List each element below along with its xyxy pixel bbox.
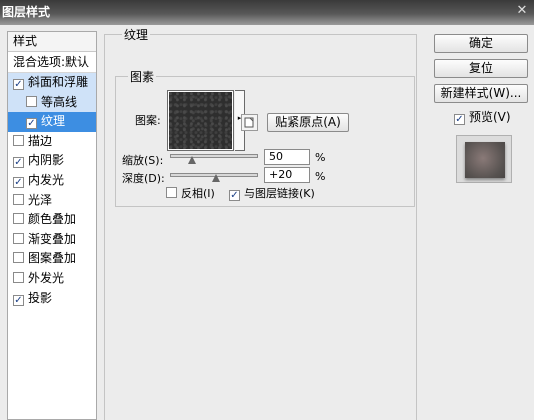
link-with-layer-option[interactable]: ✓ 与图层链接(K) bbox=[229, 185, 315, 201]
satin-checkbox[interactable] bbox=[13, 193, 24, 205]
preview-option[interactable]: ✓ 预览(V) bbox=[454, 108, 511, 125]
outer-glow-checkbox[interactable] bbox=[13, 271, 24, 283]
texture-group-title: 纹理 bbox=[122, 26, 151, 43]
new-style-button[interactable]: 新建样式(W)... bbox=[434, 84, 528, 103]
scale-unit: % bbox=[315, 151, 326, 164]
style-item-satin[interactable]: 光泽 bbox=[8, 191, 96, 211]
style-item-label: 斜面和浮雕 bbox=[28, 75, 89, 89]
contour-checkbox[interactable] bbox=[26, 95, 37, 107]
style-item-label: 内阴影 bbox=[28, 153, 65, 168]
stroke-checkbox[interactable] bbox=[13, 134, 24, 146]
gradient-overlay-checkbox[interactable] bbox=[13, 232, 24, 244]
texture-panel: 纹理 图素 图案: ▸ 贴紧原点(A) 缩放(S): 50 % 深度(D): +… bbox=[104, 25, 422, 420]
bevel-emboss-checkbox[interactable]: ✓ bbox=[13, 79, 24, 90]
inner-glow-checkbox[interactable]: ✓ bbox=[13, 176, 24, 188]
pattern-preview bbox=[169, 92, 232, 149]
depth-slider-thumb[interactable] bbox=[212, 174, 220, 182]
style-item-label: 描边 bbox=[28, 133, 53, 148]
scale-label: 缩放(S): bbox=[122, 154, 164, 167]
invert-checkbox[interactable] bbox=[166, 187, 177, 198]
scale-slider[interactable] bbox=[170, 154, 258, 158]
ok-button[interactable]: 确定 bbox=[434, 34, 528, 53]
preview-thumbnail bbox=[465, 142, 505, 178]
invert-option[interactable]: 反相(I) bbox=[166, 185, 215, 201]
style-item-texture[interactable]: ✓ 纹理 bbox=[8, 112, 96, 132]
reset-button[interactable]: 复位 bbox=[434, 59, 528, 78]
preview-checkbox[interactable]: ✓ bbox=[454, 114, 465, 125]
close-icon[interactable]: ✕ bbox=[514, 4, 530, 18]
texture-checkbox[interactable]: ✓ bbox=[26, 118, 37, 130]
style-item-label: 图案叠加 bbox=[28, 251, 77, 266]
link-with-layer-checkbox[interactable]: ✓ bbox=[229, 190, 240, 201]
style-item-stroke[interactable]: 描边 bbox=[8, 132, 96, 152]
snap-to-origin-button[interactable]: 贴紧原点(A) bbox=[267, 113, 349, 132]
scale-input[interactable]: 50 bbox=[264, 149, 310, 165]
style-item-bevel-emboss[interactable]: ✓ 斜面和浮雕 bbox=[8, 73, 96, 93]
style-item-drop-shadow[interactable]: ✓ 投影 bbox=[8, 289, 96, 309]
new-preset-icon[interactable] bbox=[241, 114, 258, 131]
title-bar: 图层样式 ✕ bbox=[0, 0, 534, 25]
pattern-label: 图案: bbox=[135, 114, 161, 127]
style-item-label: 渐变叠加 bbox=[28, 231, 77, 246]
style-item-inner-shadow[interactable]: ✓ 内阴影 bbox=[8, 151, 96, 171]
preview-label: 预览(V) bbox=[469, 110, 511, 124]
styles-list: 样式 混合选项:默认 ✓ 斜面和浮雕 等高线 ✓ 纹理 描边 ✓ 内阴影 ✓ 内发光 光… bbox=[7, 31, 97, 420]
depth-unit: % bbox=[315, 170, 326, 183]
pattern-swatch[interactable] bbox=[167, 90, 234, 151]
inner-shadow-checkbox[interactable]: ✓ bbox=[13, 157, 24, 169]
window-title: 图层样式 bbox=[2, 5, 51, 19]
elements-group-title: 图素 bbox=[128, 68, 157, 85]
style-item-label: 光泽 bbox=[28, 192, 53, 207]
style-preview bbox=[456, 135, 512, 183]
style-item-pattern-overlay[interactable]: 图案叠加 bbox=[8, 249, 96, 269]
styles-header[interactable]: 样式 bbox=[8, 32, 96, 52]
blend-options-item[interactable]: 混合选项:默认 bbox=[8, 52, 96, 73]
style-item-label: 内发光 bbox=[28, 172, 65, 187]
pattern-overlay-checkbox[interactable] bbox=[13, 252, 24, 264]
color-overlay-checkbox[interactable] bbox=[13, 213, 24, 225]
style-item-label: 外发光 bbox=[28, 270, 65, 285]
page-corner-icon bbox=[244, 117, 254, 128]
depth-label: 深度(D): bbox=[122, 172, 165, 185]
style-item-label: 颜色叠加 bbox=[28, 212, 77, 227]
link-with-layer-label: 与图层链接(K) bbox=[244, 187, 315, 200]
style-item-label: 投影 bbox=[28, 290, 53, 305]
scale-slider-thumb[interactable] bbox=[188, 156, 196, 164]
invert-label: 反相(I) bbox=[181, 187, 215, 200]
style-item-contour[interactable]: 等高线 bbox=[8, 92, 96, 113]
style-item-label: 等高线 bbox=[41, 94, 78, 109]
style-item-label: 纹理 bbox=[41, 114, 66, 129]
drop-shadow-checkbox[interactable]: ✓ bbox=[13, 294, 24, 306]
depth-input[interactable]: +20 bbox=[264, 167, 310, 183]
style-item-gradient-overlay[interactable]: 渐变叠加 bbox=[8, 230, 96, 250]
style-item-color-overlay[interactable]: 颜色叠加 bbox=[8, 210, 96, 230]
style-item-inner-glow[interactable]: ✓ 内发光 bbox=[8, 171, 96, 191]
style-item-outer-glow[interactable]: 外发光 bbox=[8, 269, 96, 289]
